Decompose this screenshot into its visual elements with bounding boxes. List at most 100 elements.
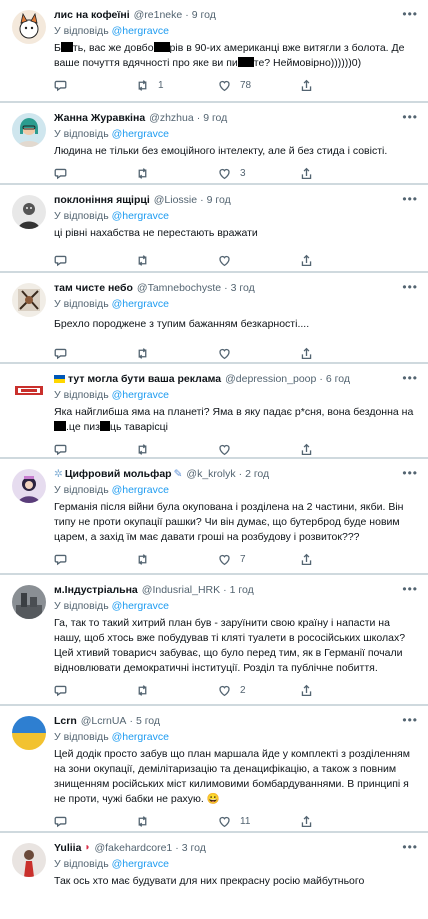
share-button[interactable] <box>300 553 313 566</box>
mention-link[interactable]: @hergravce <box>112 389 169 401</box>
author-name[interactable]: Lcrn <box>54 714 77 728</box>
reply-context: У відповідь @hergravce <box>54 25 169 37</box>
timestamp[interactable]: 9 год <box>203 111 227 125</box>
more-icon[interactable]: ••• <box>402 583 418 595</box>
share-button[interactable] <box>300 347 313 360</box>
tweet[interactable]: там чисте небо @Tamnebochyste · 3 год ••• У… <box>0 273 428 364</box>
avatar[interactable] <box>12 113 46 147</box>
reply-button[interactable] <box>54 254 136 267</box>
like-button[interactable] <box>218 347 300 360</box>
avatar[interactable] <box>12 374 46 408</box>
share-icon <box>301 443 312 455</box>
like-icon <box>219 685 230 696</box>
mention-link[interactable]: @hergravce <box>112 484 169 496</box>
retweet-button[interactable] <box>136 815 218 828</box>
mention-link[interactable]: @hergravce <box>112 128 169 140</box>
author-name[interactable]: Жанна Журавкіна <box>54 111 145 125</box>
author-name[interactable]: м.Індустріальна <box>54 583 138 597</box>
reply-context: У відповідь @hergravce <box>54 858 169 870</box>
timestamp[interactable]: 2 год <box>245 467 269 481</box>
author-name[interactable]: Цифровий мольфар <box>65 467 172 481</box>
timestamp[interactable]: 6 год <box>326 372 350 386</box>
more-icon[interactable]: ••• <box>402 8 418 20</box>
avatar[interactable] <box>12 10 46 44</box>
retweet-icon <box>138 553 147 565</box>
author-handle[interactable]: @fakehardcore1 <box>94 841 172 855</box>
author-handle[interactable]: @re1neke <box>134 8 183 22</box>
tweet[interactable]: м.Індустріальна @Indusrial_HRK · 1 год ••• … <box>0 575 428 706</box>
reply-button[interactable] <box>54 347 136 360</box>
avatar[interactable] <box>12 585 46 619</box>
like-button[interactable]: 3 <box>218 167 300 180</box>
like-button[interactable]: 7 <box>218 553 300 566</box>
tweet[interactable]: Жанна Журавкіна @zhzhua · 9 год ••• У відпо… <box>0 103 428 185</box>
mention-link[interactable]: @hergravce <box>112 25 169 37</box>
more-icon[interactable]: ••• <box>402 714 418 726</box>
author-handle[interactable]: @depression_poop <box>225 372 316 386</box>
author-handle[interactable]: @Tamnebochyste <box>137 281 221 295</box>
share-button[interactable] <box>300 815 313 828</box>
avatar[interactable] <box>12 843 46 877</box>
like-button[interactable]: 11 <box>218 815 300 828</box>
avatar[interactable] <box>12 469 46 503</box>
like-button[interactable]: 78 <box>218 79 300 92</box>
mention-link[interactable]: @hergravce <box>112 858 169 870</box>
author-handle[interactable]: @LcrnUA <box>81 714 127 728</box>
retweet-button[interactable]: 1 <box>136 79 218 92</box>
author-handle[interactable]: @Liossie <box>154 193 197 207</box>
more-icon[interactable]: ••• <box>402 281 418 293</box>
retweet-button[interactable] <box>136 254 218 267</box>
more-icon[interactable]: ••• <box>402 111 418 123</box>
timestamp[interactable]: 1 год <box>230 583 254 597</box>
author-handle[interactable]: @zhzhua <box>149 111 194 125</box>
reply-button[interactable] <box>54 815 136 828</box>
like-button[interactable]: 2 <box>218 684 300 697</box>
share-button[interactable] <box>300 684 313 697</box>
like-button[interactable] <box>218 443 300 456</box>
timestamp[interactable]: 5 год <box>136 714 160 728</box>
author-name[interactable]: Yuliia <box>54 841 81 855</box>
author-name[interactable]: там чисте небо <box>54 281 133 295</box>
more-icon[interactable]: ••• <box>402 841 418 853</box>
reply-button[interactable] <box>54 684 136 697</box>
author-name[interactable]: тут могла бути ваша реклама <box>68 372 221 386</box>
share-button[interactable] <box>300 443 313 456</box>
mention-link[interactable]: @hergravce <box>112 600 169 612</box>
share-button[interactable] <box>300 79 313 92</box>
timestamp[interactable]: 3 год <box>182 841 206 855</box>
timestamp[interactable]: 9 год <box>192 8 216 22</box>
timestamp[interactable]: 9 год <box>207 193 231 207</box>
mention-link[interactable]: @hergravce <box>112 210 169 222</box>
timestamp[interactable]: 3 год <box>231 281 255 295</box>
reply-button[interactable] <box>54 443 136 456</box>
retweet-button[interactable] <box>136 684 218 697</box>
retweet-button[interactable] <box>136 553 218 566</box>
tweet[interactable]: лис на кофеїні @re1neke · 9 год ••• У відпо… <box>0 0 428 103</box>
avatar[interactable] <box>12 283 46 317</box>
reply-button[interactable] <box>54 553 136 566</box>
share-button[interactable] <box>300 167 313 180</box>
more-icon[interactable]: ••• <box>402 467 418 479</box>
tweet[interactable]: поклоніння ящірці @Liossie · 9 год ••• У ві… <box>0 185 428 273</box>
reply-button[interactable] <box>54 167 136 180</box>
author-name[interactable]: поклоніння ящірці <box>54 193 150 207</box>
mention-link[interactable]: @hergravce <box>112 298 169 310</box>
tweet[interactable]: ✲ Цифровий мольфар ✎ @k_krolyk · 2 год ••• У … <box>0 459 428 575</box>
author-handle[interactable]: @k_krolyk <box>186 467 235 481</box>
tweet[interactable]: Yuliia ◗ @fakehardcore1 · 3 год ••• У відпов… <box>0 833 428 919</box>
more-icon[interactable]: ••• <box>402 193 418 205</box>
mention-link[interactable]: @hergravce <box>112 731 169 743</box>
retweet-button[interactable] <box>136 347 218 360</box>
share-button[interactable] <box>300 254 313 267</box>
retweet-button[interactable] <box>136 167 218 180</box>
like-button[interactable] <box>218 254 300 267</box>
retweet-button[interactable] <box>136 443 218 456</box>
avatar[interactable] <box>12 716 46 750</box>
tweet[interactable]: Lcrn @LcrnUA · 5 год ••• У відповідь @hergr… <box>0 706 428 833</box>
reply-button[interactable] <box>54 79 136 92</box>
author-name[interactable]: лис на кофеїні <box>54 8 130 22</box>
more-icon[interactable]: ••• <box>402 372 418 384</box>
avatar[interactable] <box>12 195 46 229</box>
author-handle[interactable]: @Indusrial_HRK <box>142 583 220 597</box>
tweet[interactable]: тут могла бути ваша реклама @depression_p… <box>0 364 428 459</box>
